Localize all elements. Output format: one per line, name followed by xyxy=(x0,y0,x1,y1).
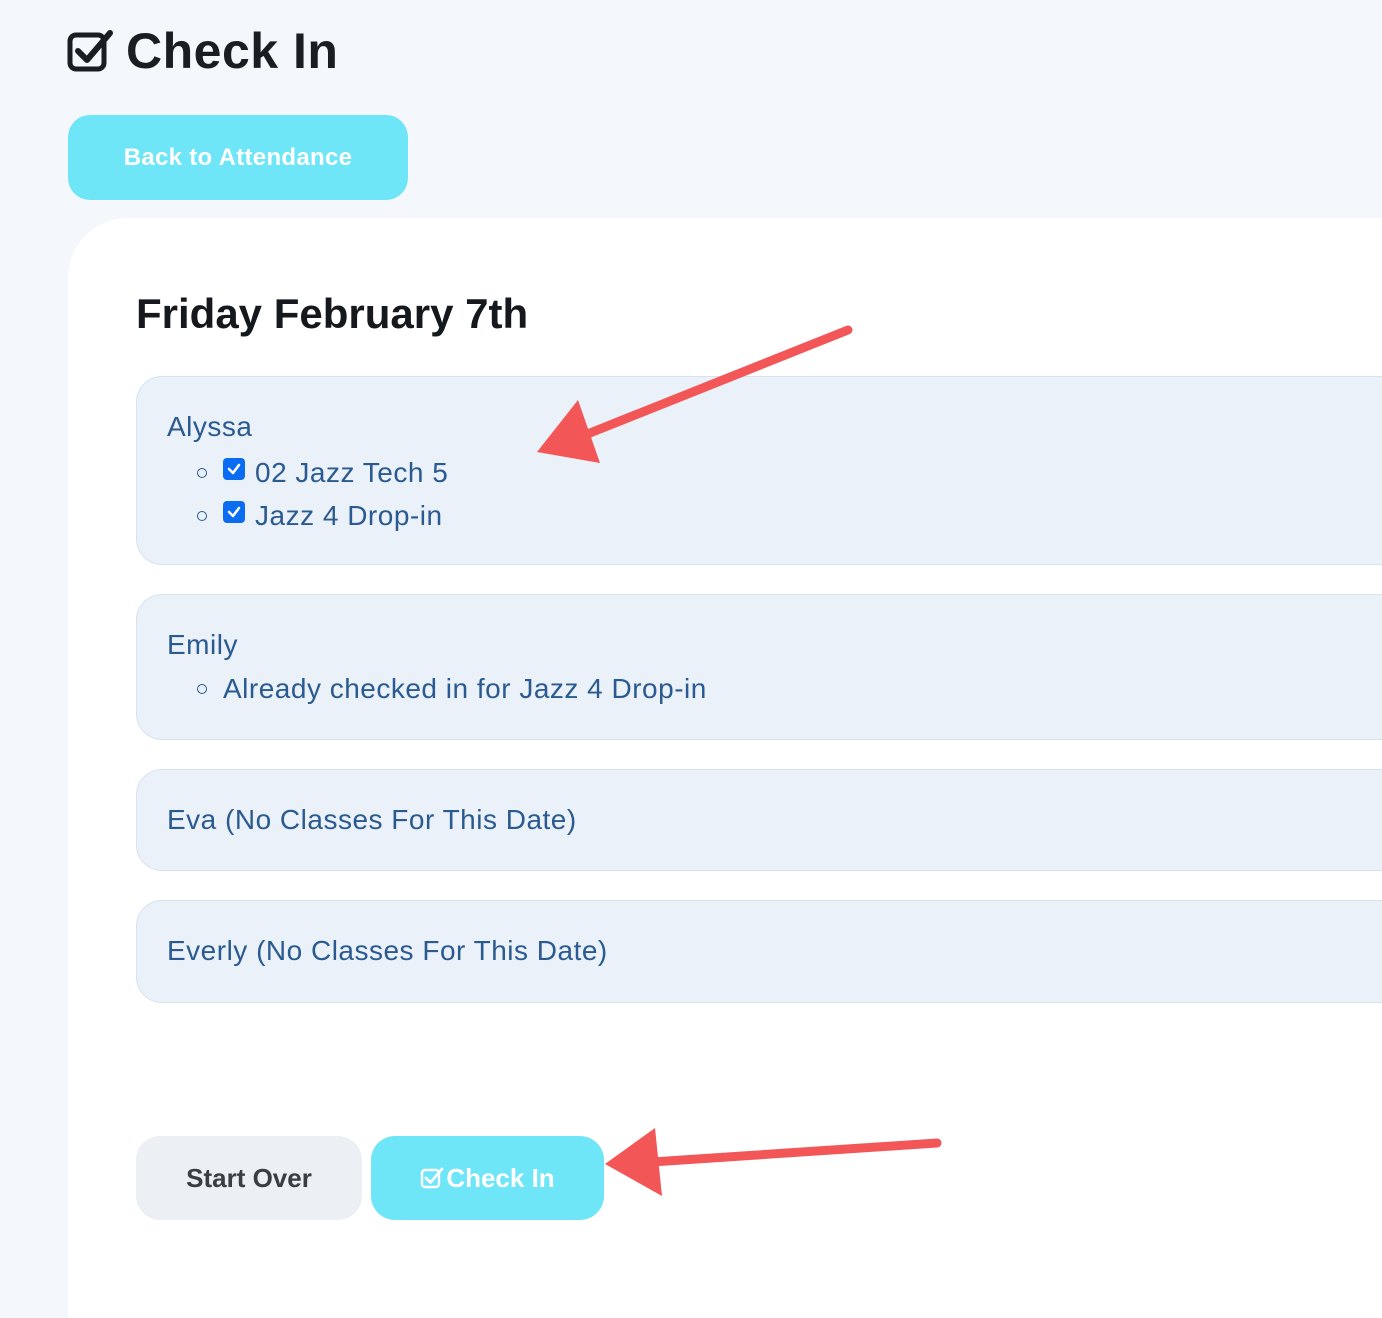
bullet-icon xyxy=(197,684,207,694)
student-card-eva: Eva (No Classes For This Date) xyxy=(136,769,1382,871)
back-to-attendance-button[interactable]: Back to Attendance xyxy=(68,115,408,200)
check-in-button-label: Check In xyxy=(446,1162,555,1193)
bullet-icon xyxy=(197,468,207,478)
student-name: Eva (No Classes For This Date) xyxy=(167,804,577,835)
checked-in-note: Already checked in for Jazz 4 Drop-in xyxy=(197,673,707,705)
student-name: Everly (No Classes For This Date) xyxy=(167,935,608,966)
checkbox-checked-icon xyxy=(420,1166,444,1190)
student-name: Emily xyxy=(167,629,238,660)
page-title: Check In xyxy=(126,23,339,79)
class-label: 02 Jazz Tech 5 xyxy=(255,457,449,488)
checkbox-checked-icon xyxy=(66,27,114,75)
student-card-everly: Everly (No Classes For This Date) xyxy=(136,900,1382,1003)
student-card-alyssa: Alyssa 02 Jazz Tech 5 Jazz 4 Drop-in xyxy=(136,376,1382,565)
student-card-emily: Emily Already checked in for Jazz 4 Drop… xyxy=(136,594,1382,740)
class-checkbox[interactable] xyxy=(223,458,245,480)
class-item: 02 Jazz Tech 5 xyxy=(197,457,448,489)
bullet-icon xyxy=(197,511,207,521)
student-name: Alyssa xyxy=(167,411,253,442)
class-checkbox[interactable] xyxy=(223,501,245,523)
class-item: Jazz 4 Drop-in xyxy=(197,500,443,532)
check-in-button[interactable]: Check In xyxy=(371,1136,604,1220)
checked-in-note-text: Already checked in for Jazz 4 Drop-in xyxy=(223,673,707,704)
start-over-button[interactable]: Start Over xyxy=(136,1136,362,1220)
date-title: Friday February 7th xyxy=(136,290,529,337)
class-label: Jazz 4 Drop-in xyxy=(255,500,443,531)
page-header: Check In xyxy=(66,22,338,80)
